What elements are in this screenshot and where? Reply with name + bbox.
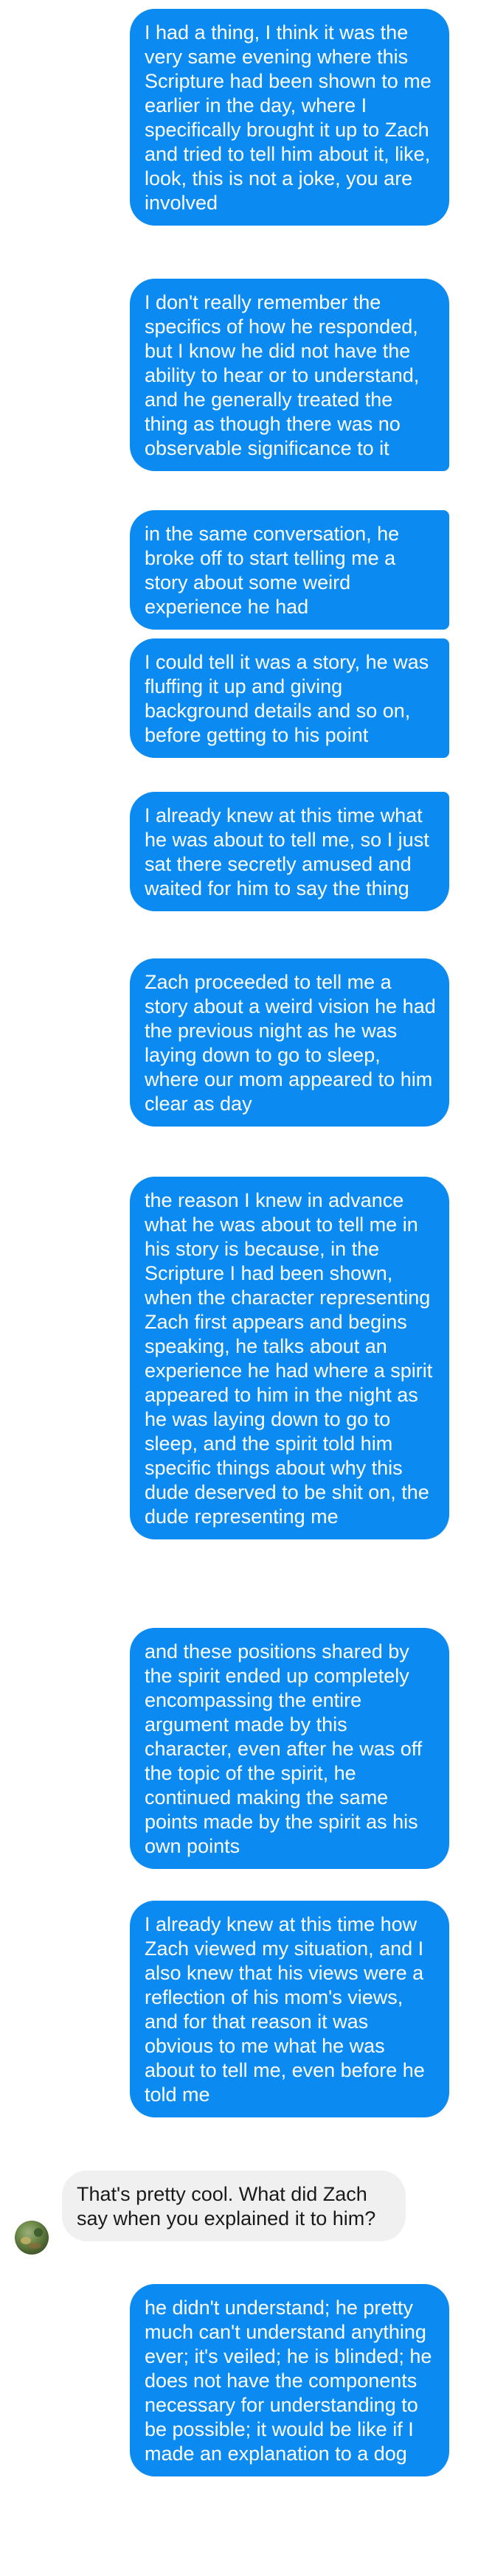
message-text: That's pretty cool. What did Zach say wh… xyxy=(77,2183,376,2229)
message-thread: I had a thing, I think it was the very s… xyxy=(0,0,478,2576)
message-bubble-sent-3[interactable]: in the same conversation, he broke off t… xyxy=(130,510,449,630)
message-bubble-sent-4[interactable]: I could tell it was a story, he was fluf… xyxy=(130,638,449,758)
message-bubble-sent-1[interactable]: I had a thing, I think it was the very s… xyxy=(130,9,449,226)
contact-avatar[interactable] xyxy=(15,2221,49,2255)
message-text: in the same conversation, he broke off t… xyxy=(145,523,400,618)
message-text: I had a thing, I think it was the very s… xyxy=(145,21,432,214)
message-bubble-sent-9[interactable]: I already knew at this time how Zach vie… xyxy=(130,1901,449,2117)
message-bubble-sent-2[interactable]: I don't really remember the specifics of… xyxy=(130,279,449,471)
message-text: I could tell it was a story, he was fluf… xyxy=(145,651,429,746)
message-text: I already knew at this time what he was … xyxy=(145,804,429,899)
avatar-detail xyxy=(34,2228,43,2237)
message-bubble-sent-7[interactable]: the reason I knew in advance what he was… xyxy=(130,1177,449,1539)
message-text: the reason I knew in advance what he was… xyxy=(145,1189,433,1528)
message-text: I don't really remember the specifics of… xyxy=(145,291,420,459)
message-text: and these positions shared by the spirit… xyxy=(145,1640,423,1857)
message-bubble-sent-5[interactable]: I already knew at this time what he was … xyxy=(130,792,449,911)
message-bubble-sent-6[interactable]: Zach proceeded to tell me a story about … xyxy=(130,958,449,1127)
message-bubble-sent-8[interactable]: and these positions shared by the spirit… xyxy=(130,1628,449,1869)
avatar-detail xyxy=(28,2243,41,2249)
message-text: Zach proceeded to tell me a story about … xyxy=(145,971,436,1115)
message-text: he didn't understand; he pretty much can… xyxy=(145,2297,432,2465)
message-bubble-sent-10[interactable]: he didn't understand; he pretty much can… xyxy=(130,2284,449,2476)
message-text: I already knew at this time how Zach vie… xyxy=(145,1913,425,2106)
message-bubble-received-1[interactable]: That's pretty cool. What did Zach say wh… xyxy=(62,2171,406,2241)
